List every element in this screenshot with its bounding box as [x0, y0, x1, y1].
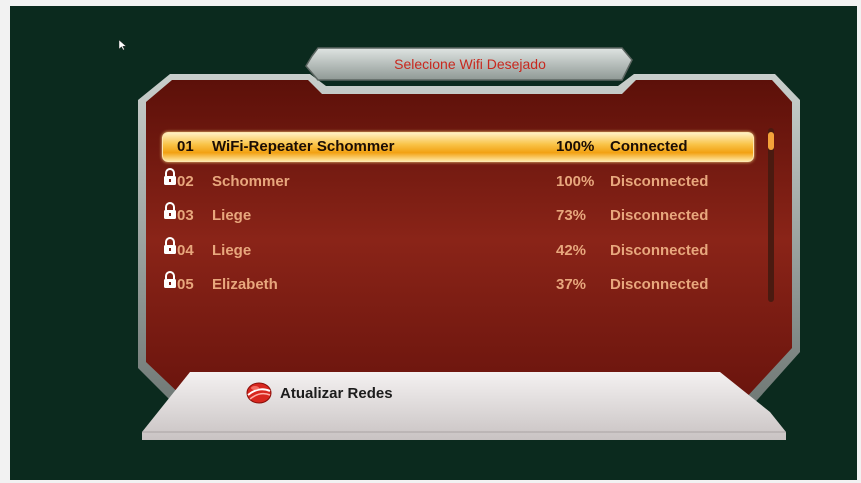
wifi-row[interactable]: 02 Schommer 100% Disconnected — [162, 165, 752, 200]
connection-status: Disconnected — [610, 172, 709, 190]
scrollbar-thumb[interactable] — [768, 132, 774, 150]
wifi-row[interactable]: 03 Liege 73% Disconnected — [162, 199, 752, 234]
padlock-icon — [164, 271, 176, 288]
refresh-networks-button[interactable]: Atualizar Redes — [246, 380, 393, 406]
wifi-row[interactable]: 05 Elizabeth 37% Disconnected — [162, 268, 752, 303]
padlock-icon — [164, 133, 176, 150]
connection-status: Disconnected — [610, 276, 709, 293]
signal-strength: 100% — [556, 172, 595, 190]
connection-status: Connected — [610, 138, 688, 155]
network-number: 03 — [177, 207, 194, 224]
padlock-icon — [164, 236, 176, 254]
signal-strength: 100% — [556, 138, 595, 155]
signal-strength: 37% — [556, 276, 587, 293]
network-ssid: Liege — [212, 241, 252, 259]
wifi-row[interactable]: 01 WiFi-Repeater Schommer 100% Connected — [162, 130, 754, 165]
network-ssid: Schommer — [212, 172, 290, 190]
network-ssid: Liege — [212, 207, 252, 224]
signal-strength: 42% — [556, 241, 587, 259]
connection-status: Disconnected — [610, 241, 709, 259]
wifi-network-list[interactable]: 01 WiFi-Repeater Schommer 100% Connected… — [162, 130, 754, 303]
network-number: 05 — [177, 276, 194, 293]
connection-status: Disconnected — [610, 207, 709, 224]
network-ssid: WiFi-Repeater Schommer — [212, 138, 395, 155]
network-number: 01 — [177, 138, 194, 155]
network-number: 04 — [177, 241, 194, 259]
network-ssid: Elizabeth — [212, 276, 278, 293]
wifi-row[interactable]: 04 Liege 42% Disconnected — [162, 234, 752, 269]
padlock-icon — [164, 167, 176, 185]
signal-strength: 73% — [556, 207, 587, 224]
red-globe-icon — [246, 382, 272, 404]
dialog-title: Selecione Wifi Desejado — [394, 56, 546, 72]
refresh-networks-label: Atualizar Redes — [280, 384, 393, 402]
padlock-icon — [164, 202, 176, 219]
network-number: 02 — [177, 172, 194, 190]
list-scrollbar[interactable] — [768, 128, 774, 302]
